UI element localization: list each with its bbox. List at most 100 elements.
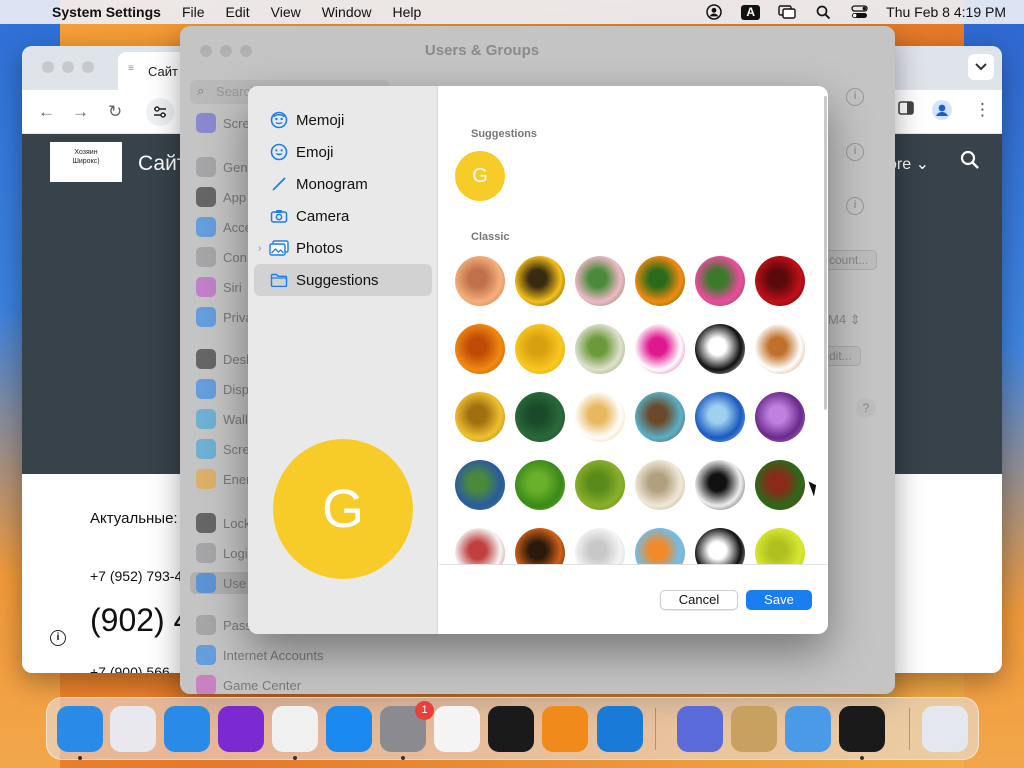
reload-icon[interactable]: ↻	[108, 102, 122, 122]
sidebar-item[interactable]: Internet Accounts	[196, 644, 323, 666]
control-center-icon[interactable]	[850, 5, 868, 19]
site-logo[interactable]: Хозяин Широкс)	[50, 142, 122, 182]
info-icon[interactable]: i	[846, 88, 864, 106]
source-photos[interactable]: › Photos	[254, 232, 432, 264]
phone-1[interactable]: +7 (952) 793-4	[90, 568, 182, 584]
eggs-nest-avatar[interactable]	[635, 392, 685, 442]
source-emoji[interactable]: Emoji	[254, 136, 432, 168]
chrome-icon[interactable]	[272, 706, 318, 752]
firefox-icon[interactable]	[218, 706, 264, 752]
sidebar-item[interactable]: App	[196, 186, 246, 208]
rose-avatar[interactable]	[455, 256, 505, 306]
gingerbread-avatar[interactable]	[755, 324, 805, 374]
contacts-icon[interactable]	[731, 706, 777, 752]
baseball-avatar[interactable]	[455, 528, 505, 564]
info-icon[interactable]: i	[846, 197, 864, 215]
menu-window[interactable]: Window	[322, 4, 372, 20]
sidebar-item[interactable]: Con	[196, 246, 247, 268]
trash-icon[interactable]	[922, 706, 968, 752]
golf-ball-avatar[interactable]	[575, 528, 625, 564]
dandelion-avatar[interactable]	[575, 324, 625, 374]
close-window-button[interactable]	[42, 61, 54, 73]
source-memoji[interactable]: Memoji	[254, 104, 432, 136]
screen-mirror-icon[interactable]	[778, 5, 796, 19]
poppy-avatar[interactable]	[635, 256, 685, 306]
lightning-avatar[interactable]	[755, 392, 805, 442]
safari-icon[interactable]	[164, 706, 210, 752]
terminal-icon[interactable]	[488, 706, 534, 752]
source-camera[interactable]: Camera	[254, 200, 432, 232]
back-icon[interactable]: ←	[38, 102, 55, 122]
snowflake-avatar[interactable]	[695, 392, 745, 442]
sidebar-item[interactable]: Siri	[196, 276, 242, 298]
sidebar-item[interactable]: Ener	[196, 468, 250, 490]
minimize-window-button[interactable]	[62, 61, 74, 73]
tuxedo-icon[interactable]	[839, 706, 885, 752]
spotlight-icon[interactable]	[814, 5, 832, 19]
sidebar-item[interactable]: Disp	[196, 378, 249, 400]
surf-avatar[interactable]	[635, 528, 685, 564]
chalkboard-avatar[interactable]	[515, 392, 565, 442]
save-button[interactable]: Save	[746, 590, 812, 610]
grid-scrollbar[interactable]	[824, 96, 827, 410]
sidebar-item[interactable]: Acce	[196, 216, 252, 238]
sidebar-item[interactable]: Logi	[196, 542, 248, 564]
red-rose-avatar[interactable]	[755, 256, 805, 306]
medal-avatar[interactable]	[455, 392, 505, 442]
launchpad-icon[interactable]	[110, 706, 156, 752]
fortune-cookie-avatar[interactable]	[575, 392, 625, 442]
menu-app-name[interactable]: System Settings	[52, 4, 161, 20]
zebra-avatar[interactable]	[695, 460, 745, 510]
screen-sharing-icon[interactable]	[677, 706, 723, 752]
chevron-right-icon[interactable]: ›	[258, 243, 261, 254]
sidebar-item[interactable]: Gen	[196, 156, 248, 178]
textedit-icon[interactable]	[434, 706, 480, 752]
lotus-avatar[interactable]	[575, 256, 625, 306]
earth-avatar[interactable]	[455, 460, 505, 510]
vscode-icon[interactable]	[597, 706, 643, 752]
basketball-avatar[interactable]	[515, 528, 565, 564]
leaf-avatar[interactable]	[515, 460, 565, 510]
sidebar-item[interactable]: Priva	[196, 306, 253, 328]
finder-migration-icon[interactable]	[785, 706, 831, 752]
menu-help[interactable]: Help	[393, 4, 422, 20]
chrome-menu-icon[interactable]: ⋮	[974, 100, 991, 120]
sidebar-item[interactable]: Pass	[196, 614, 252, 636]
yin-yang-avatar[interactable]	[695, 324, 745, 374]
sidebar-item[interactable]: Game Center	[196, 674, 301, 694]
menu-view[interactable]: View	[271, 4, 301, 20]
sidebar-item[interactable]: Wall	[196, 408, 248, 430]
forward-icon[interactable]: →	[72, 102, 89, 122]
garageband-icon[interactable]	[542, 706, 588, 752]
phone-big[interactable]: (902) 4	[90, 602, 191, 639]
menu-clock[interactable]: Thu Feb 8 4:19 PM	[886, 4, 1006, 20]
app-store-icon[interactable]	[326, 706, 372, 752]
tennis-ball-avatar[interactable]	[755, 528, 805, 564]
sidebar-item[interactable]: Scre	[196, 112, 250, 134]
zinnia-avatar[interactable]	[695, 256, 745, 306]
menu-file[interactable]: File	[182, 4, 205, 20]
lips-avatar[interactable]	[635, 324, 685, 374]
site-search-icon[interactable]	[960, 150, 980, 176]
8-ball-avatar[interactable]	[695, 528, 745, 564]
source-suggestions[interactable]: Suggestions	[254, 264, 432, 296]
sidebar-item[interactable]: Desk	[196, 348, 253, 370]
info-icon[interactable]: i	[50, 630, 66, 646]
input-source-icon[interactable]: A	[741, 4, 761, 20]
tab-search-button[interactable]	[968, 54, 994, 80]
site-settings-icon[interactable]	[146, 98, 174, 126]
add-account-button[interactable]: count...	[820, 250, 878, 270]
football-avatar[interactable]	[755, 460, 805, 510]
info-icon[interactable]: i	[846, 143, 864, 161]
sunflower-avatar[interactable]	[515, 256, 565, 306]
monogram-suggestion[interactable]: G	[455, 151, 505, 201]
zoom-window-button[interactable]	[82, 61, 94, 73]
source-monogram[interactable]: Monogram	[254, 168, 432, 200]
phone-2[interactable]: +7 (900) 566-	[90, 664, 174, 673]
profile-avatar[interactable]	[932, 100, 952, 125]
cancel-button[interactable]: Cancel	[660, 590, 738, 610]
finder-icon[interactable]	[57, 706, 103, 752]
orange-daisy-avatar[interactable]	[455, 324, 505, 374]
yellow-daisy-avatar[interactable]	[515, 324, 565, 374]
user-icon[interactable]	[705, 4, 723, 20]
